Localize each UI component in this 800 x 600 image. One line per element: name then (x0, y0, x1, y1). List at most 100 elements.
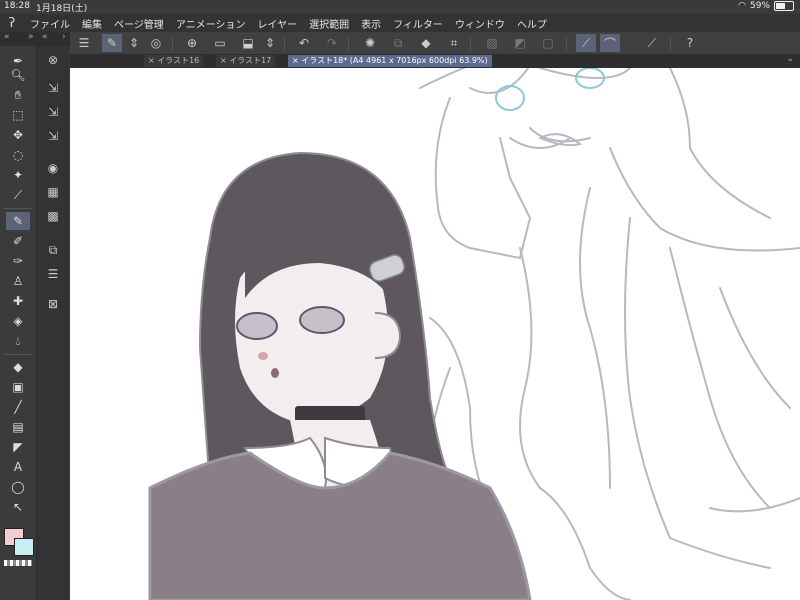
pen-icon[interactable]: ✎ (6, 212, 30, 230)
help-icon[interactable]: ? (680, 34, 700, 52)
pen-edit-icon[interactable]: ⟋ (642, 34, 662, 52)
collapse-right-icon[interactable]: » (28, 32, 34, 42)
status-bar: 18:28 1月18日(土) ◠ 59% (0, 0, 800, 14)
line-icon[interactable]: ╱ (6, 398, 30, 416)
brush-size-icon[interactable]: ⇲ (42, 126, 64, 146)
collapse-left-icon-2[interactable]: « (42, 32, 48, 42)
ruler-icon[interactable]: ◤ (6, 438, 30, 456)
balloon-icon[interactable]: ◯ (6, 478, 30, 496)
clear-icon[interactable]: ▨ (482, 34, 502, 52)
tab-illust18[interactable]: × イラスト18* (A4 4961 x 7016px 600dpi 63.9%… (288, 55, 492, 67)
palette-divider (4, 354, 32, 355)
drawing-canvas[interactable] (70, 68, 800, 600)
wifi-icon: ◠ (738, 1, 746, 11)
layer-icon[interactable]: ☰ (42, 264, 64, 284)
toolbar-divider (470, 36, 471, 50)
fill-bucket-icon[interactable]: ◆ (6, 358, 30, 376)
toolbar-divider (284, 36, 285, 50)
brush-snap-icon[interactable]: ⌒ (600, 34, 620, 52)
status-time: 18:28 (4, 1, 30, 11)
decoration-icon[interactable]: ✚ (6, 292, 30, 310)
pencil-icon[interactable]: ✐ (6, 232, 30, 250)
square-icon[interactable]: ▢ (538, 34, 558, 52)
redo-icon[interactable]: ↷ (322, 34, 342, 52)
zoom-icon[interactable]: 🔍︎ (6, 66, 30, 84)
open-folder-icon[interactable]: ▭ (210, 34, 230, 52)
toolbar-divider (670, 36, 671, 50)
intermediate-color-icon[interactable]: ▩ (42, 206, 64, 226)
correct-line-icon[interactable]: ↖ (6, 498, 30, 516)
menu-layer[interactable]: レイヤー (251, 16, 303, 31)
text-icon[interactable]: A (6, 458, 30, 476)
tab-label: イラスト16 (157, 56, 200, 65)
undo-icon[interactable]: ↶ (294, 34, 314, 52)
loading-icon[interactable]: ✺ (360, 34, 380, 52)
panel-collapse-row: « » « › (0, 32, 70, 46)
gradient-icon[interactable]: ▣ (6, 378, 30, 396)
transparent-color-swatch[interactable] (4, 560, 32, 566)
battery-icon (774, 1, 794, 11)
status-right: ◠ 59% (738, 1, 794, 11)
color-wheel-icon[interactable]: ◉ (42, 158, 64, 178)
eraser-icon[interactable]: ◈ (6, 312, 30, 330)
tab-illust16[interactable]: × イラスト16 (144, 55, 204, 67)
toolbar-divider (348, 36, 349, 50)
sub-color-swatch[interactable] (14, 538, 34, 556)
tab-illust17[interactable]: × イラスト17 (216, 55, 276, 67)
transform-icon[interactable]: ⌗ (444, 34, 464, 52)
menu-view[interactable]: 表示 (355, 16, 387, 31)
gradient-square-icon[interactable]: ◩ (510, 34, 530, 52)
save-icon[interactable]: ⬓ (238, 34, 258, 52)
tab-label: イラスト17 (229, 56, 272, 65)
magic-wand-icon[interactable]: ✦ (6, 166, 30, 184)
menu-page[interactable]: ページ管理 (108, 16, 170, 31)
eyedropper-icon[interactable]: ⟋ (6, 186, 30, 204)
tool-palette: ✒ 🔍︎ ✋︎ ⬚ ✥ ◌ ✦ ⟋ ✎ ✐ ✑ ♙ ✚ ◈ 💧︎ ◆ ▣ ╱ ▤… (0, 46, 37, 600)
blend-icon[interactable]: 💧︎ (6, 332, 30, 350)
material-icon[interactable]: ⊠ (42, 294, 64, 314)
hamburger-menu-icon[interactable]: ☰ (74, 34, 94, 52)
menu-help[interactable]: ヘルプ (511, 16, 553, 31)
lasso-icon[interactable]: ◌ (6, 146, 30, 164)
fill-icon[interactable]: ◆ (416, 34, 436, 52)
app-logo-icon[interactable]: ʔ (0, 16, 24, 31)
tab-label: イラスト18* (A4 4961 x 7016px 600dpi 63.9%) (301, 56, 488, 65)
frame-icon[interactable]: ▤ (6, 418, 30, 436)
color-set-icon[interactable]: ▦ (42, 182, 64, 202)
operation-icon[interactable]: ⬚ (6, 106, 30, 124)
airbrush-icon[interactable]: ♙ (6, 272, 30, 290)
document-tabs: × イラスト16 × イラスト17 × イラスト18* (A4 4961 x 7… (70, 54, 800, 68)
menu-selection[interactable]: 選択範囲 (303, 16, 355, 31)
toolbar-divider (172, 36, 173, 50)
menu-bar: ʔ ファイル 編集 ページ管理 アニメーション レイヤー 選択範囲 表示 フィル… (0, 14, 800, 32)
menu-file[interactable]: ファイル (24, 16, 76, 31)
sub-tool-icon[interactable]: ⇲ (42, 78, 64, 98)
menu-edit[interactable]: 編集 (76, 16, 108, 31)
new-canvas-icon[interactable]: ⊕ (182, 34, 202, 52)
sub-tool-column: ⊗ ⇲ ⇲ ⇲ ◉ ▦ ▩ ⧉ ☰ ⊠ (37, 46, 69, 600)
stepper-icon[interactable]: ⇕ (124, 34, 144, 52)
toolbar-divider (566, 36, 567, 50)
menu-animation[interactable]: アニメーション (170, 16, 252, 31)
status-date: 1月18日(土) (36, 4, 88, 14)
chevron-right-icon[interactable]: › (62, 32, 66, 42)
marker-icon[interactable]: ✑ (6, 252, 30, 270)
spiral-icon[interactable]: ◎ (146, 34, 166, 52)
edit-icon[interactable]: ✎ (102, 34, 122, 52)
chevron-down-icon[interactable]: ⌄ (786, 54, 794, 64)
layer-property-icon[interactable]: ⧉ (42, 240, 64, 260)
tool-property-icon[interactable]: ⇲ (42, 102, 64, 122)
copy-icon[interactable]: ⧉ (388, 34, 408, 52)
foreground-character (148, 151, 532, 600)
menu-filter[interactable]: フィルター (387, 16, 449, 31)
hand-icon[interactable]: ✋︎ (6, 86, 30, 104)
ruler-snap-icon[interactable]: ⟋ (576, 34, 596, 52)
palette-divider (4, 208, 32, 209)
stepper-icon-2[interactable]: ⇕ (260, 34, 280, 52)
collapse-left-icon[interactable]: « (4, 32, 10, 42)
command-bar: ☰ ✎ ⇕ ◎ ⊕ ▭ ⬓ ⇕ ↶ ↷ ✺ ⧉ ◆ ⌗ ▨ ◩ ▢ ⟋ ⌒ ⟋ … (70, 32, 800, 54)
move-icon[interactable]: ✥ (6, 126, 30, 144)
battery-percent: 59% (749, 1, 770, 11)
navigator-icon[interactable]: ⊗ (42, 50, 64, 70)
menu-window[interactable]: ウィンドウ (449, 16, 511, 31)
